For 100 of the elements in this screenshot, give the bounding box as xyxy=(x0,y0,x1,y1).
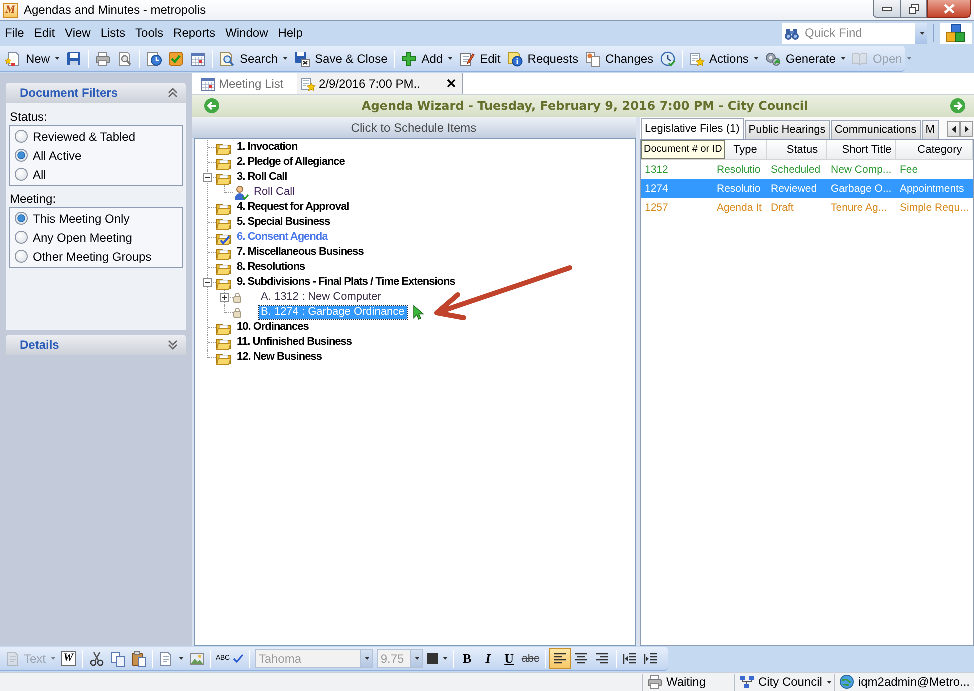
radio-button[interactable] xyxy=(15,130,28,143)
book-icon xyxy=(852,50,868,66)
cubes-button[interactable] xyxy=(940,22,972,44)
caret-icon xyxy=(55,57,60,60)
document-tab[interactable]: Meeting List xyxy=(197,73,297,94)
back-button[interactable] xyxy=(204,98,220,114)
generate-button[interactable]: Generate xyxy=(762,48,849,70)
column-header[interactable]: Category xyxy=(918,144,962,156)
document-tab[interactable]: 2/9/2016 7:00 PM.. xyxy=(297,73,464,94)
panel-header[interactable]: Details xyxy=(6,335,186,355)
dropdown-button[interactable] xyxy=(915,22,927,44)
wizard-title: Agenda Wizard - Tuesday, February 9, 2016 7:00 PM - City Council xyxy=(360,99,810,113)
star-document-icon xyxy=(688,50,705,66)
italic-button[interactable]: I xyxy=(478,648,499,669)
tab[interactable]: Legislative Files (1) xyxy=(641,118,744,139)
tree-item[interactable]: 11. Unfinished Business xyxy=(235,336,354,349)
column-header[interactable]: Type xyxy=(734,144,758,156)
menu-item[interactable]: Help xyxy=(273,26,308,40)
radio-label[interactable]: This Meeting Only xyxy=(33,212,130,226)
bold-button[interactable]: B xyxy=(456,648,478,669)
tree-item[interactable]: Roll Call xyxy=(252,186,297,199)
tree-item[interactable]: 12. New Business xyxy=(235,351,324,364)
clock-document-icon xyxy=(146,50,162,66)
scroll-left-button[interactable] xyxy=(947,121,960,137)
save-close-button[interactable]: Save & Close xyxy=(291,48,391,70)
radio-label[interactable]: Other Meeting Groups xyxy=(33,250,152,264)
caret-icon xyxy=(920,32,924,34)
close-button[interactable] xyxy=(927,0,971,18)
forward-button[interactable] xyxy=(950,98,966,114)
plus-icon xyxy=(400,50,417,66)
column-tooltip: Document # or ID xyxy=(641,140,726,159)
actions-button[interactable]: Actions xyxy=(686,48,762,70)
radio-button[interactable] xyxy=(15,149,28,162)
edit-button[interactable]: Edit xyxy=(456,48,504,70)
checkmark-icon xyxy=(232,654,244,663)
status-dropdown[interactable]: City Council xyxy=(734,674,834,690)
tree-item[interactable]: 4. Request for Approval xyxy=(235,201,352,214)
radio-button[interactable] xyxy=(15,212,28,225)
tree-item[interactable]: 9. Subdivisions - Final Plats / Time Extensions xyxy=(235,276,458,289)
column-header[interactable]: Status xyxy=(786,144,818,156)
radio-label[interactable]: All xyxy=(33,168,46,182)
tree-item[interactable]: 8. Resolutions xyxy=(235,261,308,274)
dropdown-button[interactable] xyxy=(360,649,373,668)
radio-label[interactable]: Reviewed & Tabled xyxy=(33,130,136,144)
document-icon xyxy=(5,650,21,666)
strikethrough-button[interactable]: abc xyxy=(520,648,542,669)
changes-button[interactable]: Changes xyxy=(582,48,657,70)
menu-item[interactable]: Edit xyxy=(29,26,60,40)
tree-item[interactable]: 2. Pledge of Allegiance xyxy=(235,156,347,169)
menu-item[interactable]: Lists xyxy=(96,26,131,40)
close-tab-button[interactable] xyxy=(447,79,456,88)
add-button[interactable]: Add xyxy=(398,48,456,70)
underline-button[interactable]: U xyxy=(498,648,520,669)
caret-icon xyxy=(179,657,184,660)
cursor-icon xyxy=(412,305,424,320)
requests-button[interactable]: Requests xyxy=(504,48,582,70)
caret-icon xyxy=(840,57,846,60)
menu-item[interactable]: Window xyxy=(220,26,274,40)
clock-icon xyxy=(660,50,676,66)
tab[interactable]: Communications xyxy=(830,120,921,139)
print-preview-icon xyxy=(117,50,134,66)
tree-item[interactable]: 3. Roll Call xyxy=(235,171,290,184)
tab[interactable]: Public Hearings xyxy=(744,120,830,139)
menu-item[interactable]: Reports xyxy=(168,26,221,40)
search-button[interactable]: Search xyxy=(216,48,292,70)
radio-button[interactable] xyxy=(15,168,28,181)
scroll-right-button[interactable] xyxy=(960,121,973,137)
panel-header[interactable]: Document Filters xyxy=(6,83,186,103)
new-button[interactable]: New xyxy=(2,48,64,70)
radio-label[interactable]: Any Open Meeting xyxy=(33,230,132,244)
table-cell-text: Tenure Ag... xyxy=(830,202,888,214)
radio-button[interactable] xyxy=(15,231,28,244)
table-cell-text: 1274 xyxy=(644,182,670,194)
tree-item[interactable]: A. 1312 : New Computer xyxy=(259,291,384,304)
minimize-button[interactable] xyxy=(873,0,900,18)
menu-item[interactable]: File xyxy=(0,26,30,40)
dropdown-button[interactable] xyxy=(410,649,423,668)
tree-item[interactable]: 7. Miscellaneous Business xyxy=(235,246,366,259)
star-document-icon xyxy=(300,76,316,92)
column-header[interactable]: Short Title xyxy=(842,144,892,156)
tree-item[interactable]: 10. Ordinances xyxy=(235,321,311,334)
table-row[interactable]: 1312 Resolutio Scheduled New Comp... Fee xyxy=(641,160,973,179)
menu-item[interactable]: View xyxy=(60,26,96,40)
radio-label[interactable]: All Active xyxy=(33,148,82,162)
tab[interactable]: M xyxy=(922,120,939,139)
minimize-icon xyxy=(882,6,892,10)
printer-icon xyxy=(647,674,664,690)
close-icon xyxy=(447,79,456,88)
binoculars-icon xyxy=(782,22,803,44)
align-left-button[interactable] xyxy=(548,648,571,669)
radio-button[interactable] xyxy=(15,250,28,263)
tree-item[interactable]: 1. Invocation xyxy=(235,141,300,154)
tree-item[interactable]: 5. Special Business xyxy=(235,216,332,229)
tree-item[interactable]: 6. Consent Agenda xyxy=(235,231,330,244)
panel-title: Document Filters xyxy=(20,86,118,100)
restore-button[interactable] xyxy=(900,0,927,18)
table-cell-text: New Comp... xyxy=(830,164,893,176)
quick-find-field[interactable]: Quick Find xyxy=(803,22,915,44)
menu-item[interactable]: Tools xyxy=(130,26,169,40)
close-icon xyxy=(944,4,954,14)
